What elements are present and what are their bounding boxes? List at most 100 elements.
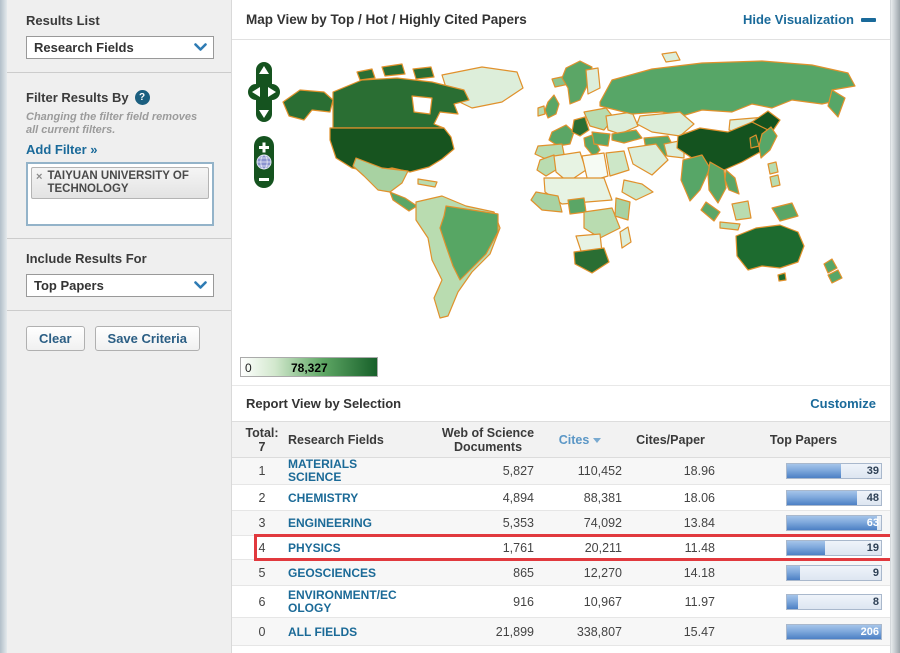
filter-box[interactable]: × TAIYUAN UNIVERSITY OF TECHNOLOGY xyxy=(26,162,214,226)
chevron-down-icon xyxy=(187,281,213,290)
docs-value: 865 xyxy=(513,565,534,580)
clear-button[interactable]: Clear xyxy=(26,326,85,351)
top-papers-bar[interactable]: 48 xyxy=(786,489,882,506)
docs-value: 5,353 xyxy=(502,516,534,530)
docs-value: 916 xyxy=(513,594,534,609)
customize-link[interactable]: Customize xyxy=(810,396,876,411)
include-results-section: Include Results For Top Papers xyxy=(7,238,231,310)
top-papers-bar[interactable]: 206 xyxy=(786,623,882,640)
top-papers-value: 63 xyxy=(866,517,879,529)
help-icon[interactable]: ? xyxy=(134,90,150,105)
actions-section: Clear Save Criteria xyxy=(7,310,231,363)
vertical-scrollbar[interactable] xyxy=(890,0,900,653)
docs-value: 21,899 xyxy=(495,624,534,639)
top-papers-bar[interactable]: 39 xyxy=(786,463,882,479)
row-rank: 0 xyxy=(258,624,266,639)
row-rank: 6 xyxy=(258,594,266,609)
docs-value: 5,827 xyxy=(502,464,534,478)
save-criteria-button[interactable]: Save Criteria xyxy=(94,326,201,351)
field-link[interactable]: ALL FIELDS xyxy=(288,625,357,639)
cpp-value: 11.97 xyxy=(684,594,715,609)
cites-value: 74,092 xyxy=(583,516,622,530)
table-row-physics-highlighted: 4 PHYSICS 1,761 20,211 11.48 19 xyxy=(232,534,890,561)
top-papers-value: 48 xyxy=(866,491,879,504)
map-area: 0 78,327 xyxy=(232,40,890,385)
add-filter-link[interactable]: Add Filter » xyxy=(26,142,98,157)
zoom-out-button[interactable] xyxy=(259,178,269,181)
report-view-title: Report View by Selection xyxy=(246,396,402,411)
filter-tag-label: TAIYUAN UNIVERSITY OF TECHNOLOGY xyxy=(47,170,189,195)
table-header-row: Total: 7 Research Fields Web of Science … xyxy=(232,422,890,458)
hide-visualization-label: Hide Visualization xyxy=(742,12,854,27)
column-cites-per-paper: Cites/Paper xyxy=(636,432,705,447)
results-list-dropdown[interactable]: Research Fields xyxy=(26,36,214,59)
table-row: 2 CHEMISTRY 4,894 88,381 18.06 48 xyxy=(232,485,890,511)
top-papers-value: 39 xyxy=(866,465,879,477)
results-list-heading: Results List xyxy=(26,13,100,28)
top-papers-value: 206 xyxy=(860,625,879,638)
column-research-fields: Research Fields xyxy=(288,432,384,447)
top-papers-value: 9 xyxy=(872,566,879,579)
report-header: Report View by Selection Customize xyxy=(232,385,890,422)
row-rank: 3 xyxy=(258,516,266,530)
top-papers-bar[interactable]: 63 xyxy=(786,515,882,531)
column-total: Total: 7 xyxy=(245,425,279,454)
cpp-value: 15.47 xyxy=(683,624,715,639)
zoom-control[interactable] xyxy=(254,136,274,188)
top-papers-bar[interactable]: 19 xyxy=(786,539,882,556)
cites-value: 338,807 xyxy=(576,624,622,639)
column-top-papers: Top Papers xyxy=(769,432,838,447)
filter-note: Changing the filter field removes all cu… xyxy=(26,111,198,136)
docs-value: 4,894 xyxy=(502,490,534,505)
app-window: Results List Research Fields Filter Resu… xyxy=(0,0,900,653)
world-map[interactable] xyxy=(232,40,890,352)
globe-icon xyxy=(256,154,272,170)
pan-control[interactable] xyxy=(248,62,280,122)
table-row: 6 ENVIRONMENT/ECOLOGY 916 10,967 11.97 8 xyxy=(232,586,890,618)
table-row: 5 GEOSCIENCES 865 12,270 14.18 9 xyxy=(232,560,890,586)
legend-max-value: 78,327 xyxy=(291,361,328,375)
map-legend: 0 78,327 xyxy=(240,357,378,377)
filter-tag[interactable]: × TAIYUAN UNIVERSITY OF TECHNOLOGY xyxy=(31,167,209,199)
filter-section: Filter Results By ? Changing the filter … xyxy=(7,72,231,238)
field-link[interactable]: PHYSICS xyxy=(288,541,341,555)
sidebar: Results List Research Fields Filter Resu… xyxy=(7,0,232,653)
top-papers-value: 8 xyxy=(872,595,879,608)
row-rank: 2 xyxy=(258,490,266,505)
results-table: Total: 7 Research Fields Web of Science … xyxy=(232,422,890,646)
top-papers-bar[interactable]: 8 xyxy=(786,593,882,610)
legend-min-value: 0 xyxy=(245,361,252,375)
remove-filter-icon[interactable]: × xyxy=(36,171,42,195)
field-link[interactable]: ENGINEERING xyxy=(288,517,372,530)
cites-value: 12,270 xyxy=(583,565,622,580)
docs-value: 1,761 xyxy=(502,540,534,555)
top-papers-bar[interactable]: 9 xyxy=(786,564,882,581)
window-left-edge xyxy=(0,0,7,653)
chevron-down-icon xyxy=(187,43,213,52)
row-rank: 5 xyxy=(258,565,266,580)
include-results-dropdown-value: Top Papers xyxy=(34,278,104,293)
field-link[interactable]: GEOSCIENCES xyxy=(288,566,376,580)
field-link[interactable]: MATERIALS SCIENCE xyxy=(288,458,402,484)
cpp-value: 18.96 xyxy=(683,464,715,478)
include-results-dropdown[interactable]: Top Papers xyxy=(26,274,214,297)
table-row: 3 ENGINEERING 5,353 74,092 13.84 63 xyxy=(232,511,890,536)
filter-heading: Filter Results By xyxy=(26,90,129,105)
collapse-minus-icon xyxy=(861,17,876,22)
cites-value: 88,381 xyxy=(583,490,622,505)
row-rank: 1 xyxy=(258,464,266,478)
field-link[interactable]: CHEMISTRY xyxy=(288,491,358,505)
cites-value: 10,967 xyxy=(583,594,622,609)
field-link[interactable]: ENVIRONMENT/ECOLOGY xyxy=(288,588,402,615)
table-row: 0 ALL FIELDS 21,899 338,807 15.47 206 xyxy=(232,618,890,646)
results-list-dropdown-value: Research Fields xyxy=(34,40,134,55)
table-row: 1 MATERIALS SCIENCE 5,827 110,452 18.96 … xyxy=(232,458,890,485)
column-cites-sort[interactable]: Cites xyxy=(536,433,624,447)
cpp-value: 13.84 xyxy=(683,516,715,530)
cites-value: 20,211 xyxy=(584,540,622,555)
sort-descending-icon xyxy=(593,438,602,443)
hide-visualization-link[interactable]: Hide Visualization xyxy=(743,12,876,27)
cites-value: 110,452 xyxy=(577,464,622,478)
row-rank: 4 xyxy=(258,540,266,555)
cpp-value: 18.06 xyxy=(683,490,715,505)
